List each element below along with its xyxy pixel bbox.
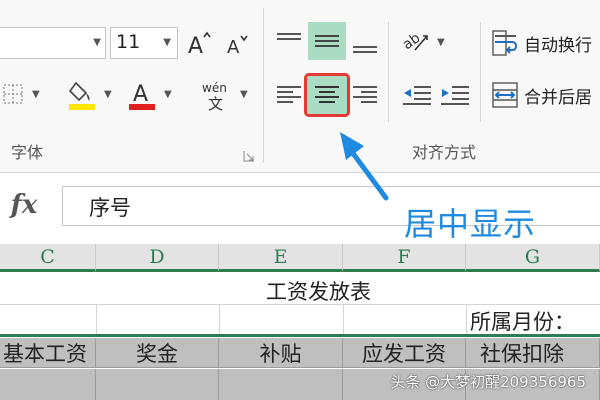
alignment-group-label: 对齐方式 [412,143,477,162]
header-cell-bonus[interactable]: 奖金 [96,338,219,368]
middle-align-button[interactable] [308,22,346,60]
chevron-down-icon[interactable]: ▼ [240,89,248,100]
phonetic-wen-icon: wén 文 [202,81,227,111]
paint-bucket-icon [68,81,95,110]
column-gridline [96,305,97,335]
chevron-down-icon[interactable]: ▼ [32,89,40,100]
ribbon: ▼ 11 ▼ A A ▼ ▼ A ▼ wén 文 ▼ 字体 ab ▼ 自动换行 … [0,0,600,173]
increase-font-size-icon: A [188,31,211,56]
top-align-icon [277,33,301,40]
column-header-g[interactable]: G [466,244,600,272]
wrap-text-icon [492,30,518,56]
header-cell-basic-salary[interactable]: 基本工资 [0,338,96,368]
annotation-arrow [340,132,389,201]
svg-text:wén: wén [202,81,227,95]
svg-text:ab: ab [401,30,423,53]
group-separator [263,8,264,163]
column-header-e[interactable]: E [219,244,343,272]
header-cell-social-insurance[interactable]: 社保扣除 [466,338,600,368]
font-size-combobox[interactable]: 11 ▼ [110,27,178,59]
phonetic-guide-button[interactable]: wén 文 [198,78,234,112]
header-cell-gross-pay[interactable]: 应发工资 [343,338,466,368]
month-label-cell[interactable]: 所属月份： [470,306,575,336]
svg-text:A: A [133,82,148,107]
decrease-font-size-button[interactable]: A [224,30,250,58]
borders-icon [3,84,23,104]
wrap-text-label: 自动换行 [524,35,592,56]
text-orientation-icon: ab [401,30,428,53]
chevron-down-icon[interactable]: ▼ [93,37,101,48]
font-color-icon: A [129,82,155,110]
chevron-down-icon[interactable]: ▼ [163,37,171,48]
svg-text:A: A [188,34,203,56]
column-header-f[interactable]: F [343,244,466,272]
formula-value: 序号 [89,196,131,220]
increase-font-size-button[interactable]: A [186,28,214,58]
middle-align-icon [315,35,339,47]
align-right-icon [353,86,377,103]
chevron-down-icon[interactable]: ▼ [164,89,172,100]
font-color-button[interactable]: A [126,78,158,112]
svg-text:文: 文 [208,95,223,111]
font-size-value: 11 [116,31,141,53]
center-align-icon [315,86,339,103]
chevron-down-icon[interactable]: ▼ [437,37,445,48]
column-gridline [466,305,467,335]
decrease-indent-button[interactable] [400,80,434,110]
column-header-c[interactable]: C [0,244,96,272]
header-cell-allowance[interactable]: 补贴 [219,338,343,368]
decrease-indent-icon [403,86,431,105]
orientation-button[interactable]: ab [400,26,432,56]
svg-text:A: A [227,37,240,56]
table-cell[interactable] [219,369,343,400]
bottom-align-button[interactable] [346,26,384,64]
table-cell[interactable] [0,369,96,400]
annotation-text: 居中显示 [404,205,537,243]
merge-center-button[interactable]: 合并后居 [492,82,592,108]
sheet-title-cell[interactable]: 工资发放表 [266,276,371,306]
bottom-align-icon [353,46,377,53]
insert-function-button[interactable]: fx [0,186,48,224]
align-left-button[interactable] [270,76,308,114]
selection-border [0,334,600,337]
group-separator [388,22,389,122]
increase-indent-button[interactable] [438,80,472,110]
column-gridline [219,305,220,335]
wrap-text-button[interactable]: 自动换行 [492,30,592,56]
column-gridline [343,305,344,335]
center-align-button[interactable] [304,73,350,117]
group-separator [480,22,481,122]
font-group-label: 字体 [11,143,44,162]
chevron-down-icon[interactable]: ▼ [104,89,112,100]
table-cell[interactable] [96,369,219,400]
merge-center-icon [492,82,518,108]
merge-center-label: 合并后居 [524,87,592,108]
decrease-font-size-icon: A [227,35,248,56]
align-right-button[interactable] [346,76,384,114]
increase-indent-icon [441,86,469,105]
top-align-button[interactable] [270,22,308,60]
font-name-combobox[interactable]: ▼ [0,27,106,59]
fill-color-button[interactable] [66,78,98,112]
column-header-d[interactable]: D [96,244,219,272]
watermark: 头条 @大梦初醒209356965 [390,373,586,391]
align-left-icon [277,86,301,103]
borders-button[interactable] [0,80,26,108]
dialog-launcher-icon[interactable] [243,147,255,162]
